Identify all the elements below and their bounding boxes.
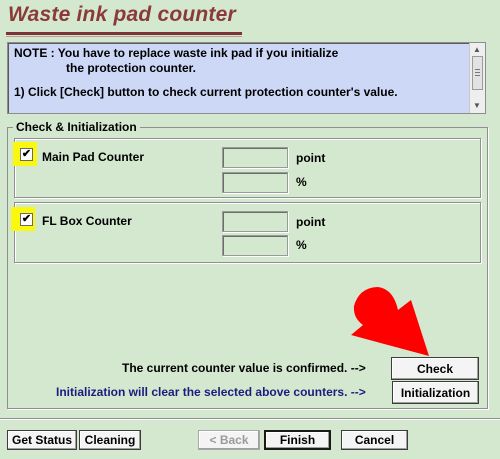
- scroll-up-arrow-icon[interactable]: ▲: [473, 45, 481, 55]
- fl-box-percent-unit: %: [296, 238, 307, 252]
- main-pad-counter-checkbox[interactable]: ✔: [20, 148, 33, 161]
- finish-button[interactable]: Finish: [264, 430, 331, 450]
- main-pad-point-unit: point: [296, 151, 326, 165]
- main-pad-point-field: [222, 147, 288, 168]
- scroll-down-arrow-icon[interactable]: ▼: [473, 101, 481, 111]
- main-pad-percent-unit: %: [296, 175, 307, 189]
- red-arrow-icon: [351, 287, 429, 356]
- initialization-button[interactable]: Initialization: [392, 381, 479, 404]
- fl-box-point-field: [222, 211, 288, 232]
- note-textbox[interactable]: NOTE : You have to replace waste ink pad…: [7, 42, 486, 114]
- fl-box-counter-label: FL Box Counter: [42, 214, 132, 228]
- fl-box-point-unit: point: [296, 215, 326, 229]
- page-title: Waste ink pad counter: [8, 3, 236, 26]
- scroll-grip-icon: [475, 69, 480, 76]
- scroll-thumb[interactable]: [472, 56, 483, 90]
- cancel-button[interactable]: Cancel: [341, 430, 408, 450]
- title-underline: [6, 32, 242, 35]
- get-status-button[interactable]: Get Status: [7, 430, 77, 450]
- initialization-message: Initialization will clear the selected a…: [56, 385, 366, 399]
- main-pad-percent-field: [222, 172, 288, 193]
- cleaning-button[interactable]: Cleaning: [79, 430, 141, 450]
- back-button[interactable]: < Back: [198, 430, 260, 450]
- check-button[interactable]: Check: [391, 357, 479, 380]
- note-line-3: 1) Click [Check] button to check current…: [14, 85, 398, 99]
- check-message: The current counter value is confirmed. …: [122, 361, 366, 375]
- note-scrollbar[interactable]: ▲ ▼: [469, 43, 485, 113]
- footer-divider-highlight: [0, 419, 500, 420]
- groupbox-label: Check & Initialization: [13, 120, 140, 134]
- note-text: NOTE : You have to replace waste ink pad…: [14, 46, 464, 100]
- fl-box-percent-field: [222, 235, 288, 256]
- note-line-1: NOTE : You have to replace waste ink pad…: [14, 46, 339, 60]
- fl-box-counter-checkbox[interactable]: ✔: [20, 213, 33, 226]
- main-pad-counter-label: Main Pad Counter: [42, 150, 145, 164]
- note-line-2: the protection counter.: [66, 61, 197, 75]
- title-underline-shadow: [6, 36, 242, 37]
